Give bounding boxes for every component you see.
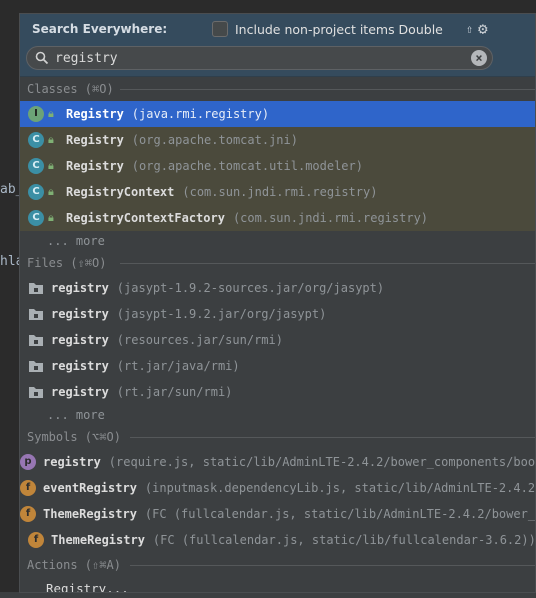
- class-result-row[interactable]: C 🔒︎ Registry (org.apache.tomcat.util.mo…: [20, 153, 535, 179]
- result-context: (rt.jar/sun/rmi): [116, 385, 233, 399]
- result-context: (com.sun.jndi.rmi.registry): [232, 211, 429, 225]
- section-header-actions: Actions (⇧⌘A): [20, 553, 535, 577]
- files-more-link[interactable]: ... more: [20, 405, 535, 425]
- symbol-result-row[interactable]: p registry (require.js, static/lib/Admin…: [20, 449, 536, 475]
- result-name: Registry: [66, 107, 124, 121]
- file-result-row[interactable]: registry (resources.jar/sun/rmi): [20, 327, 535, 353]
- result-context: (inputmask.dependencyLib.js, static/lib/…: [144, 481, 536, 495]
- result-name: RegistryContext: [66, 185, 175, 199]
- lock-icon: 🔒︎: [48, 185, 54, 198]
- result-name: registry: [43, 455, 101, 469]
- result-context: (org.apache.tomcat.util.modeler): [131, 159, 363, 173]
- section-divider: [130, 437, 535, 438]
- class-icon: C: [28, 210, 44, 226]
- function-icon: f: [20, 480, 36, 496]
- shift-key-icon: ⇧: [466, 22, 474, 36]
- result-context: (jasypt-1.9.2.jar/org/jasypt): [116, 307, 327, 321]
- function-icon: f: [28, 532, 44, 548]
- interface-icon: I: [28, 106, 44, 122]
- symbol-result-row[interactable]: f ThemeRegistry (FC (fullcalendar.js, st…: [20, 527, 536, 553]
- folder-icon: [29, 283, 43, 294]
- class-icon: C: [28, 158, 44, 174]
- search-field[interactable]: ×: [26, 46, 493, 70]
- section-title: Actions (⇧⌘A): [27, 558, 121, 572]
- result-context: (FC (fullcalendar.js, static/lib/AdminLT…: [144, 507, 536, 521]
- popup-title: Search Everywhere:: [32, 22, 168, 36]
- result-name: Registry: [66, 159, 124, 173]
- result-context: (org.apache.tomcat.jni): [131, 133, 298, 147]
- class-result-row[interactable]: C 🔒︎ RegistryContext (com.sun.jndi.rmi.r…: [20, 179, 535, 205]
- result-name: RegistryContextFactory: [66, 211, 225, 225]
- folder-icon: [29, 335, 43, 346]
- class-result-row[interactable]: C 🔒︎ RegistryContextFactory (com.sun.jnd…: [20, 205, 535, 231]
- symbol-result-row[interactable]: f eventRegistry (inputmask.dependencyLib…: [20, 475, 536, 501]
- section-title: Files (⇧⌘O): [27, 256, 107, 270]
- result-context: (resources.jar/sun/rmi): [116, 333, 283, 347]
- property-icon: p: [20, 454, 36, 470]
- folder-icon: [29, 309, 43, 320]
- search-everywhere-popup: Search Everywhere: Include non-project i…: [19, 13, 536, 593]
- lock-icon: 🔒︎: [48, 211, 54, 224]
- section-header-symbols: Symbols (⌥⌘O): [20, 425, 535, 449]
- result-context: (FC (fullcalendar.js, static/lib/fullcal…: [152, 533, 536, 547]
- result-name: Registry: [66, 133, 124, 147]
- section-title: Classes (⌘O): [27, 82, 114, 96]
- result-context: (java.rmi.registry): [131, 107, 270, 121]
- section-header-classes: Classes (⌘O): [20, 77, 535, 101]
- folder-icon: [29, 361, 43, 372]
- lock-icon: 🔒︎: [48, 159, 54, 172]
- class-icon: C: [28, 132, 44, 148]
- action-result-row[interactable]: Registry...: [20, 577, 535, 592]
- lock-icon: 🔒︎: [48, 107, 54, 120]
- result-name: registry: [51, 385, 109, 399]
- folder-icon: [29, 387, 43, 398]
- include-non-project-checkbox[interactable]: [212, 21, 228, 37]
- section-divider: [120, 263, 535, 264]
- result-name: registry: [51, 281, 109, 295]
- class-icon: C: [28, 184, 44, 200]
- include-non-project-label[interactable]: Include non-project items Double: [235, 22, 443, 37]
- result-context: (com.sun.jndi.rmi.registry): [182, 185, 378, 199]
- gear-icon[interactable]: ⚙: [478, 19, 488, 38]
- result-context: (rt.jar/java/rmi): [116, 359, 240, 373]
- popup-header: Search Everywhere: Include non-project i…: [20, 14, 535, 77]
- class-result-row[interactable]: C 🔒︎ Registry (org.apache.tomcat.jni): [20, 127, 535, 153]
- section-title: Symbols (⌥⌘O): [27, 430, 121, 444]
- symbol-result-row[interactable]: f ThemeRegistry (FC (fullcalendar.js, st…: [20, 501, 536, 527]
- section-divider: [120, 89, 535, 90]
- section-header-files: Files (⇧⌘O): [20, 251, 535, 275]
- file-result-row[interactable]: registry (rt.jar/sun/rmi): [20, 379, 535, 405]
- search-icon: [35, 51, 49, 65]
- file-result-row[interactable]: registry (rt.jar/java/rmi): [20, 353, 535, 379]
- clear-icon[interactable]: ×: [471, 50, 487, 66]
- result-name: ThemeRegistry: [51, 533, 145, 547]
- result-name: registry: [51, 359, 109, 373]
- result-name: eventRegistry: [43, 481, 137, 495]
- classes-more-link[interactable]: ... more: [20, 231, 535, 251]
- class-result-row[interactable]: I 🔒︎ Registry (java.rmi.registry): [20, 101, 535, 127]
- lock-icon: 🔒︎: [48, 133, 54, 146]
- result-name: registry: [51, 307, 109, 321]
- section-divider: [130, 565, 535, 566]
- result-context: (jasypt-1.9.2-sources.jar/org/jasypt): [116, 281, 385, 295]
- file-result-row[interactable]: registry (jasypt-1.9.2-sources.jar/org/j…: [20, 275, 535, 301]
- result-name: ThemeRegistry: [43, 507, 137, 521]
- file-result-row[interactable]: registry (jasypt-1.9.2.jar/org/jasypt): [20, 301, 535, 327]
- search-input[interactable]: [55, 49, 465, 67]
- result-name: registry: [51, 333, 109, 347]
- result-context: (require.js, static/lib/AdminLTE-2.4.2/b…: [108, 455, 536, 469]
- function-icon: f: [20, 506, 36, 522]
- results-list: Classes (⌘O) I 🔒︎ Registry (java.rmi.reg…: [20, 77, 536, 592]
